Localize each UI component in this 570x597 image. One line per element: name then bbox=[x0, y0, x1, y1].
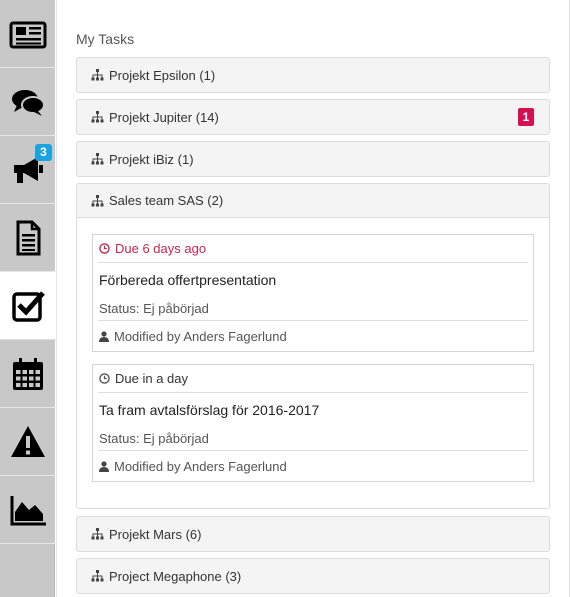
project-header[interactable]: Projekt Epsilon (1) bbox=[77, 58, 549, 92]
document-icon bbox=[16, 220, 40, 255]
due-text: Due 6 days ago bbox=[115, 241, 207, 256]
task-status: Status: Ej påbörjad bbox=[98, 297, 528, 321]
project-header[interactable]: Projekt Jupiter (14) bbox=[77, 100, 549, 134]
calendar-icon bbox=[12, 357, 43, 390]
sitemap-icon bbox=[91, 194, 104, 206]
task-title[interactable]: Ta fram avtalsförslag för 2016-2017 bbox=[93, 393, 533, 427]
sitemap-icon bbox=[91, 153, 104, 165]
sitemap-icon bbox=[91, 528, 104, 540]
project-header[interactable]: Projekt Mars (6) bbox=[77, 517, 549, 551]
task-card[interactable]: Due 6 days ago Förbereda offertpresentat… bbox=[92, 234, 534, 352]
project-header[interactable]: Sales team SAS (2) bbox=[77, 184, 549, 218]
project-epsilon[interactable]: Projekt Epsilon (1) bbox=[76, 57, 550, 93]
clock-icon bbox=[99, 373, 110, 384]
nav-announcements[interactable]: 3 bbox=[0, 136, 55, 204]
nav-calendar[interactable] bbox=[0, 340, 55, 408]
task-modified: Modified by Anders Fagerlund bbox=[93, 451, 533, 481]
project-jupiter[interactable]: Projekt Jupiter (14) 1 bbox=[76, 99, 550, 135]
project-mars[interactable]: Projekt Mars (6) bbox=[76, 516, 550, 552]
nav-tasks[interactable] bbox=[0, 272, 56, 340]
task-due: Due in a day bbox=[98, 365, 528, 393]
sitemap-icon bbox=[91, 69, 104, 81]
checkbox-icon bbox=[12, 290, 45, 322]
newspaper-icon bbox=[9, 21, 46, 48]
nav-alerts[interactable] bbox=[0, 408, 55, 476]
sidebar: 3 bbox=[0, 0, 56, 597]
user-icon bbox=[99, 460, 109, 472]
modified-text: Modified by Anders Fagerlund bbox=[114, 328, 287, 344]
project-header[interactable]: Project Megaphone (3) bbox=[77, 559, 549, 593]
nav-reports[interactable] bbox=[0, 476, 55, 544]
page-title: My Tasks bbox=[76, 31, 135, 47]
project-label: Sales team SAS (2) bbox=[109, 193, 224, 208]
notification-badge: 3 bbox=[35, 144, 52, 161]
project-megaphone[interactable]: Project Megaphone (3) bbox=[76, 558, 550, 594]
task-due: Due 6 days ago bbox=[98, 235, 528, 263]
project-label: Projekt Mars (6) bbox=[109, 526, 202, 542]
project-sales-team-sas: Sales team SAS (2) Due 6 days ago Förber… bbox=[76, 183, 550, 509]
nav-news[interactable] bbox=[0, 0, 55, 68]
project-label: Project Megaphone (3) bbox=[109, 568, 242, 584]
nav-documents[interactable] bbox=[0, 204, 55, 272]
nav-chat[interactable] bbox=[0, 68, 55, 136]
project-ibiz[interactable]: Projekt iBiz (1) bbox=[76, 141, 550, 177]
task-title[interactable]: Förbereda offertpresentation bbox=[93, 263, 533, 297]
alert-badge: 1 bbox=[518, 108, 534, 126]
user-icon bbox=[99, 330, 109, 342]
chat-bubbles-icon bbox=[11, 89, 45, 116]
warning-icon bbox=[10, 425, 45, 457]
task-modified: Modified by Anders Fagerlund bbox=[93, 321, 533, 351]
project-label: Projekt iBiz (1) bbox=[109, 151, 194, 167]
sitemap-icon bbox=[91, 111, 104, 123]
task-card[interactable]: Due in a day Ta fram avtalsförslag för 2… bbox=[92, 364, 534, 482]
clock-icon bbox=[99, 243, 110, 254]
main-panel: My Tasks Projekt Epsilon (1) Projekt Jup… bbox=[56, 0, 570, 597]
project-header[interactable]: Projekt iBiz (1) bbox=[77, 142, 549, 176]
due-text: Due in a day bbox=[115, 371, 188, 386]
sitemap-icon bbox=[91, 570, 104, 582]
project-label: Projekt Jupiter (14) bbox=[109, 109, 219, 125]
task-status: Status: Ej påbörjad bbox=[98, 427, 528, 451]
area-chart-icon bbox=[10, 495, 46, 525]
project-label: Projekt Epsilon (1) bbox=[109, 67, 216, 83]
modified-text: Modified by Anders Fagerlund bbox=[114, 458, 287, 474]
